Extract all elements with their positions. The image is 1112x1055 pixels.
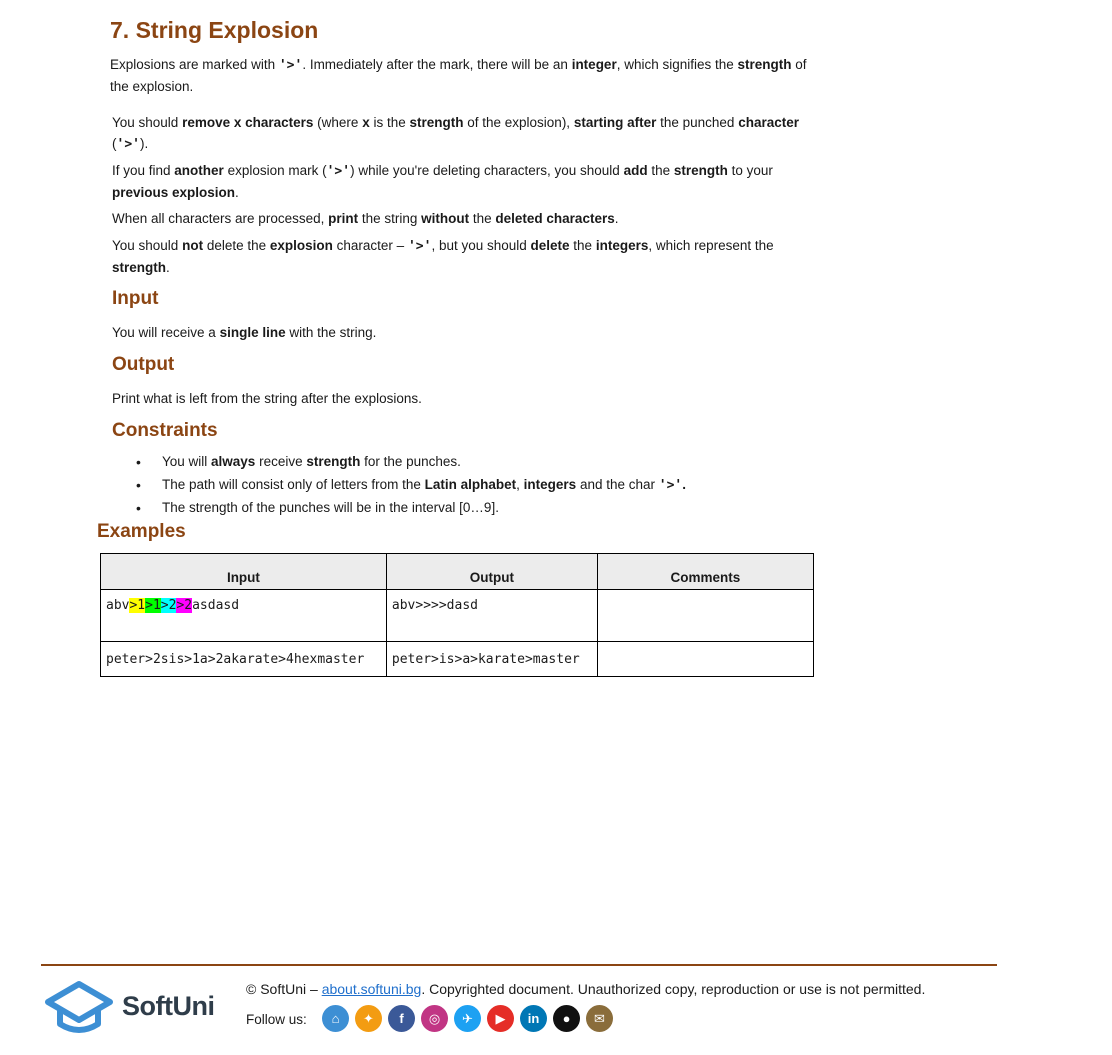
highlighted-segment: >1 bbox=[129, 598, 146, 613]
table-header-comments: Comments bbox=[596, 553, 815, 590]
softuni-creative-icon[interactable]: ✦ bbox=[355, 1005, 382, 1032]
constraints-list: You will always receive strength for the… bbox=[110, 451, 686, 520]
brand-name: SoftUni bbox=[122, 991, 215, 1021]
example-comments-cell bbox=[596, 589, 815, 642]
linkedin-icon[interactable]: in bbox=[520, 1005, 547, 1032]
input-paragraph: You will receive a single line with the … bbox=[112, 325, 377, 340]
highlighted-segment: >2 bbox=[160, 598, 177, 613]
youtube-icon[interactable]: ▶ bbox=[487, 1005, 514, 1032]
output-heading: Output bbox=[112, 354, 175, 375]
softuni-icon[interactable]: ⌂ bbox=[322, 1005, 349, 1032]
forum-icon[interactable]: ✉ bbox=[586, 1005, 613, 1032]
softuni-logo[interactable] bbox=[44, 980, 114, 1036]
example-input-cell: abv>1>1>2>2asdasd bbox=[100, 589, 387, 642]
example-output-cell: peter>is>a>karate>master bbox=[385, 641, 598, 677]
footer-divider bbox=[41, 964, 997, 966]
print-rule-paragraph: When all characters are processed, print… bbox=[112, 211, 619, 226]
output-paragraph: Print what is left from the string after… bbox=[112, 391, 422, 406]
copyright-notice: © SoftUni – about.softuni.bg. Copyrighte… bbox=[246, 981, 926, 997]
examples-table: Input Output Comments abv>1>1>2>2asdasd … bbox=[100, 553, 815, 677]
facebook-icon[interactable]: f bbox=[388, 1005, 415, 1032]
not-delete-paragraph: You should not delete the explosion char… bbox=[112, 238, 774, 275]
constraint-item: The strength of the punches will be in t… bbox=[136, 497, 686, 520]
highlighted-segment: >2 bbox=[176, 598, 193, 613]
github-icon[interactable]: ● bbox=[553, 1005, 580, 1032]
remove-rule-paragraph: You should remove x characters (where x … bbox=[112, 115, 799, 152]
table-row: abv>1>1>2>2asdasd abv>>>>dasd bbox=[100, 589, 815, 642]
social-links: ⌂ ✦ f ◎ ✈ ▶ in ● ✉ bbox=[322, 1005, 613, 1032]
constraint-item: You will always receive strength for the… bbox=[136, 451, 686, 474]
twitter-icon[interactable]: ✈ bbox=[454, 1005, 481, 1032]
input-heading: Input bbox=[112, 288, 159, 309]
another-explosion-paragraph: If you find another explosion mark ('>')… bbox=[112, 163, 773, 200]
intro-paragraph: Explosions are marked with '>'. Immediat… bbox=[110, 57, 807, 94]
constraints-heading: Constraints bbox=[112, 420, 218, 441]
table-row: peter>2sis>1a>2akarate>4hexmaster peter>… bbox=[100, 641, 815, 677]
example-comments-cell bbox=[596, 641, 815, 677]
page-title: 7. String Explosion bbox=[110, 17, 319, 43]
constraint-item: The path will consist only of letters fr… bbox=[136, 474, 686, 498]
example-output-cell: abv>>>>dasd bbox=[385, 589, 598, 642]
examples-heading: Examples bbox=[97, 521, 186, 542]
table-header-input: Input bbox=[100, 553, 387, 590]
highlighted-segment: >1 bbox=[145, 598, 161, 613]
example-input-cell: peter>2sis>1a>2akarate>4hexmaster bbox=[100, 641, 387, 677]
about-link[interactable]: about.softuni.bg bbox=[322, 981, 422, 997]
table-header-output: Output bbox=[385, 553, 598, 590]
follow-us-label: Follow us: bbox=[246, 1012, 307, 1027]
instagram-icon[interactable]: ◎ bbox=[421, 1005, 448, 1032]
